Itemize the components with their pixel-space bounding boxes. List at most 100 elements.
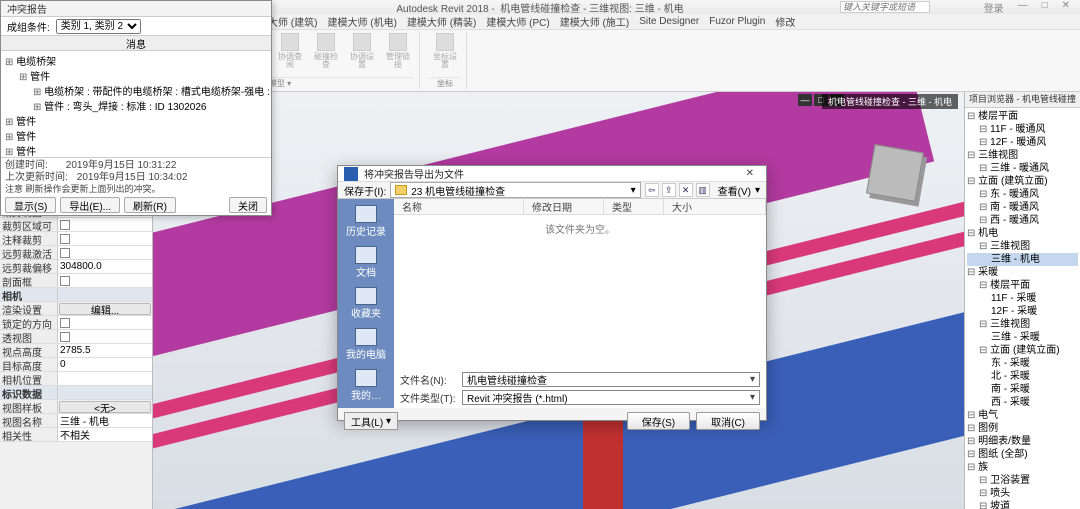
- group-by-select[interactable]: 类别 1, 类别 2: [56, 19, 141, 34]
- property-value[interactable]: 2785.5: [58, 344, 152, 357]
- browser-node[interactable]: 南 - 采暖: [967, 383, 1078, 396]
- conflict-tree-node[interactable]: 电缆桥架: [5, 53, 267, 68]
- browser-node[interactable]: 三维 - 机电: [967, 253, 1078, 266]
- ribbon-tab[interactable]: 建模大师 (PC): [486, 14, 549, 29]
- browser-node[interactable]: 卫浴装置: [967, 474, 1078, 487]
- help-search-input[interactable]: [840, 1, 930, 13]
- checkbox-icon[interactable]: [60, 276, 70, 286]
- browser-node[interactable]: 立面 (建筑立面): [967, 175, 1078, 188]
- browser-node[interactable]: 楼层平面: [967, 110, 1078, 123]
- conflict-tree-node[interactable]: 管件: [5, 143, 267, 157]
- browser-node[interactable]: 三维视图: [967, 240, 1078, 253]
- conflict-tree-node[interactable]: 管件 : 弯头_焊接 : 标准 : ID 1302026: [5, 98, 267, 113]
- conflict-tree-node[interactable]: 管件: [5, 128, 267, 143]
- ribbon-tab[interactable]: Fuzor Plugin: [709, 16, 765, 27]
- browser-node[interactable]: 东 - 采暖: [967, 357, 1078, 370]
- browser-node[interactable]: 喷头: [967, 487, 1078, 500]
- property-value[interactable]: 304800.0: [58, 260, 152, 273]
- save-button[interactable]: 保存(S): [627, 412, 690, 430]
- ribbon-button[interactable]: 协调设置: [347, 32, 377, 70]
- col-size[interactable]: 大小: [664, 199, 766, 214]
- property-value[interactable]: 0: [58, 358, 152, 371]
- places-item[interactable]: 我的电脑: [346, 328, 386, 361]
- conflict-tree-node[interactable]: 电缆桥架 : 带配件的电缆桥架 : 槽式电缆桥架-强电 : ID 1273616: [5, 83, 267, 98]
- browser-node[interactable]: 电气: [967, 409, 1078, 422]
- browser-node[interactable]: 机电: [967, 227, 1078, 240]
- nav-del-icon[interactable]: ✕: [679, 183, 693, 197]
- browser-node[interactable]: 三维视图: [967, 318, 1078, 331]
- browser-node[interactable]: 楼层平面: [967, 279, 1078, 292]
- conflict-tree[interactable]: 电缆桥架管件电缆桥架 : 带配件的电缆桥架 : 槽式电缆桥架-强电 : ID 1…: [1, 51, 271, 157]
- browser-node[interactable]: 明细表/数量: [967, 435, 1078, 448]
- conflict-tree-node[interactable]: 管件: [5, 68, 267, 83]
- view-min-icon[interactable]: —: [798, 94, 812, 106]
- ribbon-tab[interactable]: 建模大师 (施工): [560, 14, 629, 29]
- property-checkbox[interactable]: [58, 232, 152, 245]
- ribbon-tab[interactable]: 建模大师 (精装): [407, 14, 476, 29]
- checkbox-icon[interactable]: [60, 332, 70, 342]
- col-type[interactable]: 类型: [604, 199, 664, 214]
- nav-back-icon[interactable]: ⇦: [645, 183, 659, 197]
- browser-node[interactable]: 图例: [967, 422, 1078, 435]
- property-checkbox[interactable]: [58, 316, 152, 329]
- browser-node[interactable]: 北 - 采暖: [967, 370, 1078, 383]
- col-name[interactable]: 名称: [394, 199, 524, 214]
- property-value[interactable]: [58, 372, 152, 385]
- filetype-select[interactable]: Revit 冲突报告 (*.html)▾: [462, 390, 760, 405]
- property-edit-button[interactable]: <无>: [59, 401, 151, 413]
- property-checkbox[interactable]: [58, 246, 152, 259]
- viewcube[interactable]: [866, 144, 924, 202]
- browser-node[interactable]: 三维 - 采暖: [967, 331, 1078, 344]
- show-button[interactable]: 显示(S): [5, 197, 56, 213]
- property-value[interactable]: 不相关: [58, 428, 152, 441]
- browser-node[interactable]: 三维 - 暖通风: [967, 162, 1078, 175]
- user-login[interactable]: 登录: [980, 0, 1008, 15]
- window-close-icon[interactable]: ✕: [1058, 0, 1074, 15]
- browser-node[interactable]: 坡道: [967, 500, 1078, 509]
- browser-node[interactable]: 族: [967, 461, 1078, 474]
- checkbox-icon[interactable]: [60, 318, 70, 328]
- browser-node[interactable]: 11F - 暖通风: [967, 123, 1078, 136]
- browser-node[interactable]: 西 - 采暖: [967, 396, 1078, 409]
- property-checkbox[interactable]: [58, 330, 152, 343]
- browser-node[interactable]: 西 - 暖通风: [967, 214, 1078, 227]
- ribbon-button[interactable]: 协调查阅: [275, 32, 305, 70]
- places-item[interactable]: 文档: [355, 246, 377, 279]
- col-date[interactable]: 修改日期: [524, 199, 604, 214]
- window-max-icon[interactable]: □: [1038, 0, 1052, 15]
- ribbon-button[interactable]: 坐标设置: [430, 32, 460, 70]
- ribbon-button[interactable]: 管理链接: [383, 32, 413, 70]
- property-edit-button[interactable]: 编辑...: [59, 303, 151, 315]
- places-item[interactable]: 历史记录: [346, 205, 386, 238]
- places-item[interactable]: 收藏夹: [351, 287, 381, 320]
- ribbon-tab[interactable]: 建模大师 (机电): [327, 14, 396, 29]
- dialog-close-icon[interactable]: ✕: [740, 168, 760, 179]
- property-value[interactable]: [58, 288, 152, 301]
- browser-node[interactable]: 三维视图: [967, 149, 1078, 162]
- browser-node[interactable]: 东 - 暖通风: [967, 188, 1078, 201]
- checkbox-icon[interactable]: [60, 234, 70, 244]
- save-in-folder-select[interactable]: 23 机电管线碰撞检查 ▾: [390, 182, 640, 198]
- export-button[interactable]: 导出(E)...: [60, 197, 120, 213]
- ribbon-tab[interactable]: 修改: [775, 14, 795, 29]
- property-value[interactable]: [58, 386, 152, 399]
- browser-node[interactable]: 南 - 暖通风: [967, 201, 1078, 214]
- ribbon-button[interactable]: 碰撞检查: [311, 32, 341, 70]
- property-value[interactable]: 三维 - 机电: [58, 414, 152, 427]
- refresh-button[interactable]: 刷新(R): [124, 197, 176, 213]
- tools-menu[interactable]: 工具(L) ▾: [344, 412, 398, 430]
- browser-node[interactable]: 11F - 采暖: [967, 292, 1078, 305]
- window-min-icon[interactable]: —: [1014, 0, 1032, 15]
- ribbon-tab[interactable]: Site Designer: [639, 16, 699, 27]
- browser-node[interactable]: 12F - 暖通风: [967, 136, 1078, 149]
- checkbox-icon[interactable]: [60, 248, 70, 258]
- file-list[interactable]: 名称 修改日期 类型 大小 该文件夹为空。 文件名(N): 机电管线碰撞检查▾ …: [394, 199, 766, 408]
- filename-input[interactable]: 机电管线碰撞检查▾: [462, 372, 760, 387]
- views-menu[interactable]: 查看(V): [718, 183, 751, 198]
- browser-node[interactable]: 图纸 (全部): [967, 448, 1078, 461]
- cancel-button[interactable]: 取消(C): [696, 412, 760, 430]
- property-checkbox[interactable]: [58, 274, 152, 287]
- conflict-tree-node[interactable]: 管件: [5, 113, 267, 128]
- places-item[interactable]: 我的…: [351, 369, 381, 402]
- close-button[interactable]: 关闭: [229, 197, 267, 213]
